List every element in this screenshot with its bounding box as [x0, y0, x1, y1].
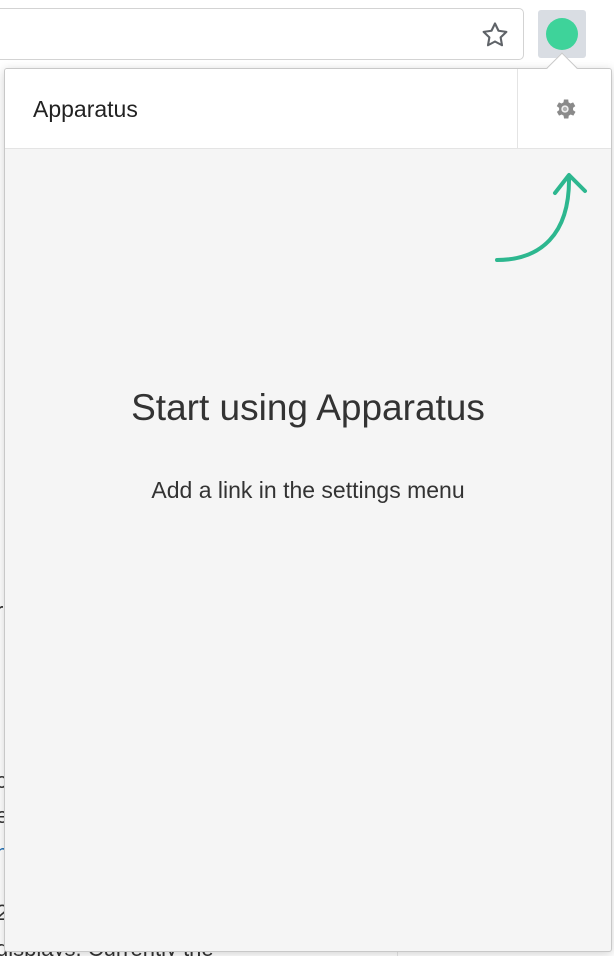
background-text-fragment: r — [0, 598, 3, 624]
empty-state-subtext: Add a link in the settings menu — [151, 477, 465, 503]
star-icon[interactable] — [478, 18, 512, 52]
empty-state-heading: Start using Apparatus — [131, 387, 485, 428]
popup-header: Apparatus — [5, 69, 611, 149]
background-text-fragment: l — [0, 733, 1, 759]
gear-icon — [556, 99, 576, 119]
browser-toolbar — [0, 0, 614, 68]
extension-popup: Apparatus Start using Apparatus Add a li… — [4, 68, 612, 952]
address-bar[interactable] — [0, 8, 524, 60]
popup-title: Apparatus — [33, 96, 138, 122]
extension-icon — [546, 18, 578, 50]
extension-button[interactable] — [538, 10, 586, 58]
background-text-fragment: l — [0, 668, 1, 694]
curved-arrow-icon — [495, 173, 587, 262]
